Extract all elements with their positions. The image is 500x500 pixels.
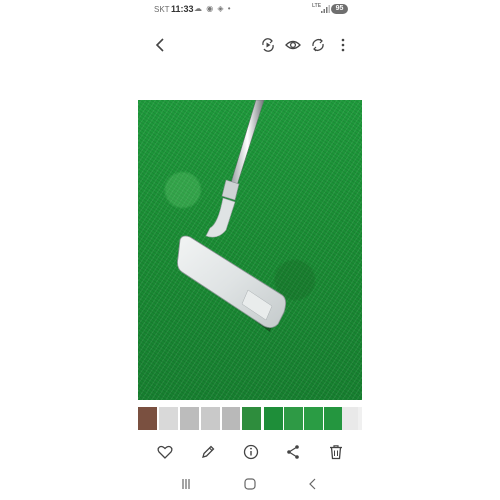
more-vert-icon[interactable]	[334, 36, 352, 54]
thumbnail[interactable]	[159, 407, 178, 430]
heart-icon[interactable]	[156, 443, 174, 461]
refresh-rotate-icon[interactable]	[309, 36, 327, 54]
battery-badge: 95	[331, 4, 348, 14]
thumbnail[interactable]	[324, 407, 343, 430]
home-icon[interactable]	[242, 476, 258, 492]
thumbnail-selected[interactable]	[240, 405, 263, 432]
trash-icon[interactable]	[327, 443, 345, 461]
share-icon[interactable]	[284, 443, 302, 461]
status-bar: SKT 11:33 ☁ ◉ ◈ • LTE 95	[138, 0, 362, 20]
photo-view[interactable]	[138, 100, 362, 400]
remaster-icon[interactable]	[259, 36, 277, 54]
thumbnail-strip[interactable]	[138, 405, 362, 432]
edit-pencil-icon[interactable]	[199, 443, 217, 461]
notification-icons: ☁ ◉ ◈ •	[194, 4, 232, 13]
gallery-viewer: SKT 11:33 ☁ ◉ ◈ • LTE 95	[138, 0, 362, 500]
thumbnail[interactable]	[138, 407, 157, 430]
bottom-action-bar	[138, 443, 362, 463]
thumbnail[interactable]	[222, 407, 241, 430]
thumbnail[interactable]	[304, 407, 323, 430]
info-icon[interactable]	[242, 443, 260, 461]
signal-icon	[321, 5, 330, 13]
top-action-bar	[138, 30, 362, 60]
recents-icon[interactable]	[178, 476, 194, 492]
system-nav-bar	[138, 474, 362, 494]
network-type: LTE	[312, 3, 322, 9]
back-arrow-icon[interactable]	[152, 36, 170, 54]
thumbnail[interactable]	[180, 407, 199, 430]
clock: 11:33	[171, 4, 194, 14]
thumbnail[interactable]	[264, 407, 283, 430]
thumbnail[interactable]	[201, 407, 220, 430]
thumbnail[interactable]	[284, 407, 303, 430]
carrier-label: SKT	[154, 5, 170, 14]
back-nav-icon[interactable]	[305, 476, 321, 492]
putter-image	[177, 100, 286, 332]
thumbnail[interactable]	[358, 407, 362, 430]
eye-icon[interactable]	[284, 36, 302, 54]
